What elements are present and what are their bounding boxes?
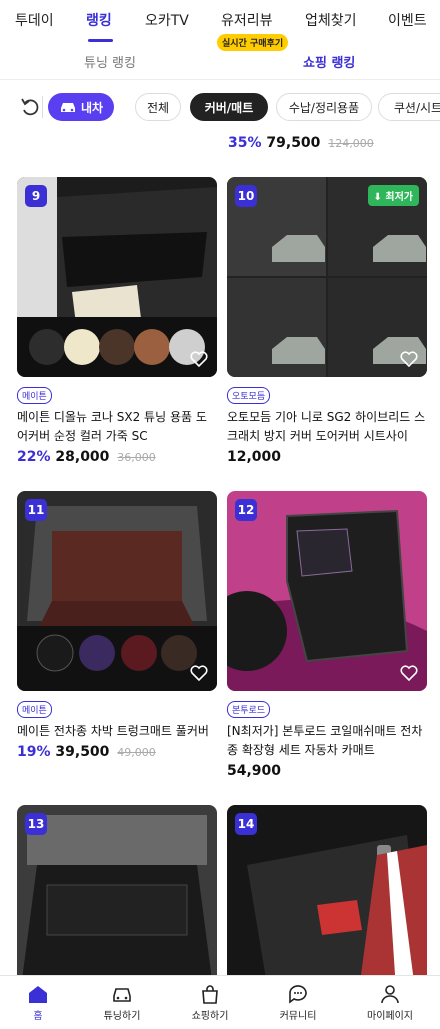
filter-bar: 내차 전체 커버/매트 수납/정리용품 쿠션/시트 — [0, 88, 440, 128]
nav-tuning-label: 튜닝하기 — [103, 1011, 141, 1022]
brand-tag: 오토모듬 — [227, 387, 271, 404]
mycar-label: 내차 — [80, 100, 104, 115]
rank-badge: 10 — [235, 185, 257, 207]
chip-cover-mat[interactable]: 커버/매트 — [190, 93, 268, 121]
chip-all[interactable]: 전체 — [135, 93, 181, 121]
chip-cushion-seat[interactable]: 쿠션/시트 — [378, 93, 440, 121]
heart-icon[interactable] — [189, 663, 209, 683]
shopping-bag-icon — [202, 985, 218, 1004]
ranking-subtabs: 튜닝 랭킹 쇼핑 랭킹 — [0, 44, 440, 80]
tab-user-review[interactable]: 유저리뷰 — [221, 10, 273, 30]
original-price: 36,000 — [117, 451, 156, 464]
car-icon — [113, 988, 131, 1002]
heart-icon[interactable] — [399, 663, 419, 683]
nav-mypage-label: 마이페이지 — [367, 1011, 413, 1022]
product-name[interactable]: 메이튼 디올뉴 코나 SX2 튜닝 용품 도어커버 순정 컬러 가죽 SC — [17, 408, 217, 446]
tab-ranking[interactable]: 랭킹 — [86, 10, 112, 30]
nav-shopping-label: 쇼핑하기 — [191, 1011, 229, 1022]
price: 79,500 — [266, 135, 321, 151]
price: 12,000 — [227, 449, 282, 465]
nav-tuning[interactable]: 튜닝하기 — [82, 984, 162, 1022]
top-nav: 투데이 랭킹 오카TV 유저리뷰 업체찾기 이벤트 실시간 구매후기 — [0, 0, 440, 51]
product-card[interactable]: 12 본투로드 [N최저가] 본투로드 코일매쉬매트 전차종 확장형 세트 자동… — [227, 491, 427, 779]
lowest-price-label: 최저가 — [385, 192, 413, 203]
price-row: 22% 28,000 36,000 — [17, 449, 217, 465]
discount-rate: 19% — [17, 744, 51, 760]
product-image[interactable]: 11 — [17, 491, 217, 691]
heart-icon[interactable] — [399, 349, 419, 369]
product-image[interactable]: 10 ⬇ 최저가 — [227, 177, 427, 377]
refresh-icon[interactable] — [17, 94, 43, 120]
tab-event[interactable]: 이벤트 — [388, 10, 427, 30]
nav-home-label: 홈 — [33, 1011, 43, 1022]
brand-tag: 메이튼 — [17, 701, 52, 718]
tab-tuning-ranking[interactable]: 튜닝 랭킹 — [84, 52, 136, 71]
product-card[interactable]: 11 메이튼 메이튼 전차종 차박 트렁크매트 풀커버 19% 39,500 4… — [17, 491, 217, 760]
product-image[interactable]: 9 — [17, 177, 217, 377]
nav-community-label: 커뮤니티 — [279, 1011, 317, 1022]
product-image[interactable]: 12 — [227, 491, 427, 691]
discount-rate: 22% — [17, 449, 51, 465]
product-card[interactable]: 9 메이튼 메이튼 디올뉴 코나 SX2 튜닝 용품 도어커버 순정 컬러 가죽… — [17, 177, 217, 465]
price-row: 54,900 — [227, 763, 427, 779]
tab-today[interactable]: 투데이 — [15, 10, 54, 30]
person-icon — [381, 985, 399, 1004]
rank-badge: 11 — [25, 499, 47, 521]
brand-tag: 본투로드 — [227, 701, 271, 718]
home-icon — [29, 986, 47, 1003]
prev-item-price: 35% 79,500 124,000 — [228, 135, 374, 151]
car-icon — [60, 103, 75, 112]
chat-bubble-icon — [289, 985, 307, 1004]
price: 39,500 — [55, 744, 110, 760]
original-price: 124,000 — [328, 137, 374, 150]
rank-badge: 9 — [25, 185, 47, 207]
active-tab-indicator — [88, 39, 113, 42]
tab-shopping-ranking[interactable]: 쇼핑 랭킹 — [303, 52, 355, 71]
nav-community[interactable]: 커뮤니티 — [258, 984, 338, 1022]
tab-oka-tv[interactable]: 오카TV — [145, 10, 189, 30]
heart-icon[interactable] — [189, 349, 209, 369]
nav-shopping[interactable]: 쇼핑하기 — [170, 984, 250, 1022]
product-name[interactable]: [N최저가] 본투로드 코일매쉬매트 전차종 확장형 세트 자동차 카매트 — [227, 722, 427, 760]
discount-rate: 35% — [228, 135, 262, 151]
product-name[interactable]: 오토모듬 기아 니로 SG2 하이브리드 스크래치 방지 커버 도어커버 시트사… — [227, 408, 427, 446]
lowest-price-badge: ⬇ 최저가 — [367, 185, 419, 206]
rank-badge: 13 — [25, 813, 47, 835]
price-row: 12,000 — [227, 449, 427, 465]
rank-badge: 14 — [235, 813, 257, 835]
price-row: 19% 39,500 49,000 — [17, 744, 217, 760]
filter-divider — [42, 96, 43, 118]
rank-badge: 12 — [235, 499, 257, 521]
nav-home[interactable]: 홈 — [0, 984, 78, 1022]
bottom-nav: 홈 튜닝하기 쇼핑하기 커뮤니티 마이페이지 — [0, 975, 440, 1029]
tab-find-shop[interactable]: 업체찾기 — [305, 10, 357, 30]
price: 28,000 — [55, 449, 110, 465]
original-price: 49,000 — [117, 746, 156, 759]
brand-tag: 메이튼 — [17, 387, 52, 404]
mycar-button[interactable]: 내차 — [48, 93, 114, 121]
product-card[interactable]: 10 ⬇ 최저가 오토모듬 오토모듬 기아 니로 SG2 하이브리드 스크래치 … — [227, 177, 427, 465]
down-arrow-icon: ⬇ — [373, 192, 382, 203]
chip-storage[interactable]: 수납/정리용품 — [276, 93, 372, 121]
price: 54,900 — [227, 763, 282, 779]
nav-mypage[interactable]: 마이페이지 — [350, 984, 430, 1022]
